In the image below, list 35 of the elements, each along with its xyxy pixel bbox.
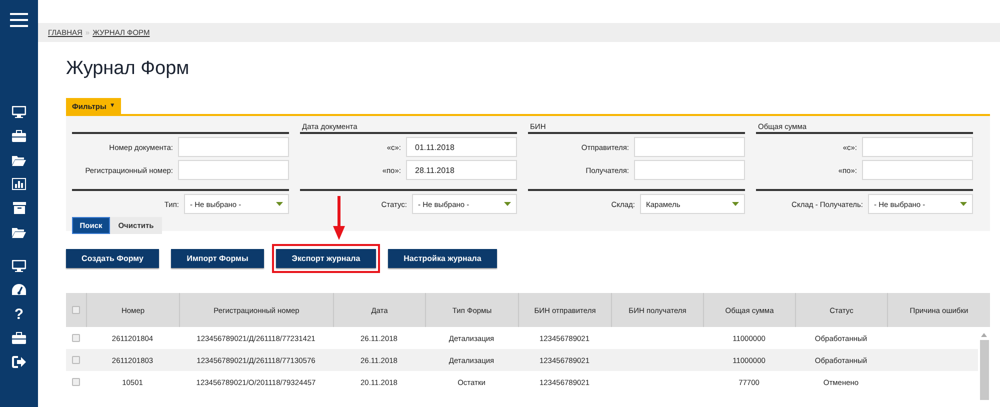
- input-field[interactable]: [862, 137, 973, 157]
- input-field[interactable]: 28.11.2018: [406, 160, 517, 180]
- checkbox[interactable]: [72, 306, 80, 314]
- action-button[interactable]: Настройка журнала: [388, 249, 497, 268]
- action-button[interactable]: Создать Форму: [66, 249, 159, 268]
- dropdown-caret-icon: [276, 202, 283, 206]
- briefcase-icon[interactable]: [12, 130, 26, 142]
- input-field[interactable]: [634, 137, 745, 157]
- checkbox[interactable]: [72, 334, 80, 342]
- input-field[interactable]: 01.11.2018: [406, 137, 517, 157]
- monitor-icon[interactable]: [12, 260, 26, 272]
- input-field[interactable]: [634, 160, 745, 180]
- action-button[interactable]: Экспорт журнала: [276, 249, 376, 268]
- page-title: Журнал Форм: [66, 57, 190, 81]
- annotation-arrow: [333, 196, 345, 240]
- dropdown-caret-icon: [504, 202, 511, 206]
- bar-chart-icon[interactable]: [12, 178, 26, 190]
- help-icon[interactable]: ?: [14, 306, 24, 322]
- dropdown-caret-icon: [732, 202, 739, 206]
- sign-out-icon[interactable]: [12, 356, 26, 368]
- gauge-icon[interactable]: [12, 284, 26, 296]
- archive-icon[interactable]: [12, 202, 26, 214]
- action-button[interactable]: Импорт Формы: [171, 249, 264, 268]
- checkbox[interactable]: [72, 378, 80, 386]
- input-field[interactable]: [178, 160, 289, 180]
- folder-icon[interactable]: [12, 154, 26, 166]
- folder-icon[interactable]: [12, 226, 26, 238]
- briefcase-icon[interactable]: [12, 332, 26, 344]
- monitor-icon[interactable]: [12, 106, 26, 118]
- scroll-up-icon[interactable]: [981, 333, 987, 337]
- dropdown-caret-icon: [960, 202, 967, 206]
- input-field[interactable]: [178, 137, 289, 157]
- checkbox[interactable]: [72, 356, 80, 364]
- input-field[interactable]: [862, 160, 973, 180]
- menu-icon[interactable]: [10, 13, 28, 27]
